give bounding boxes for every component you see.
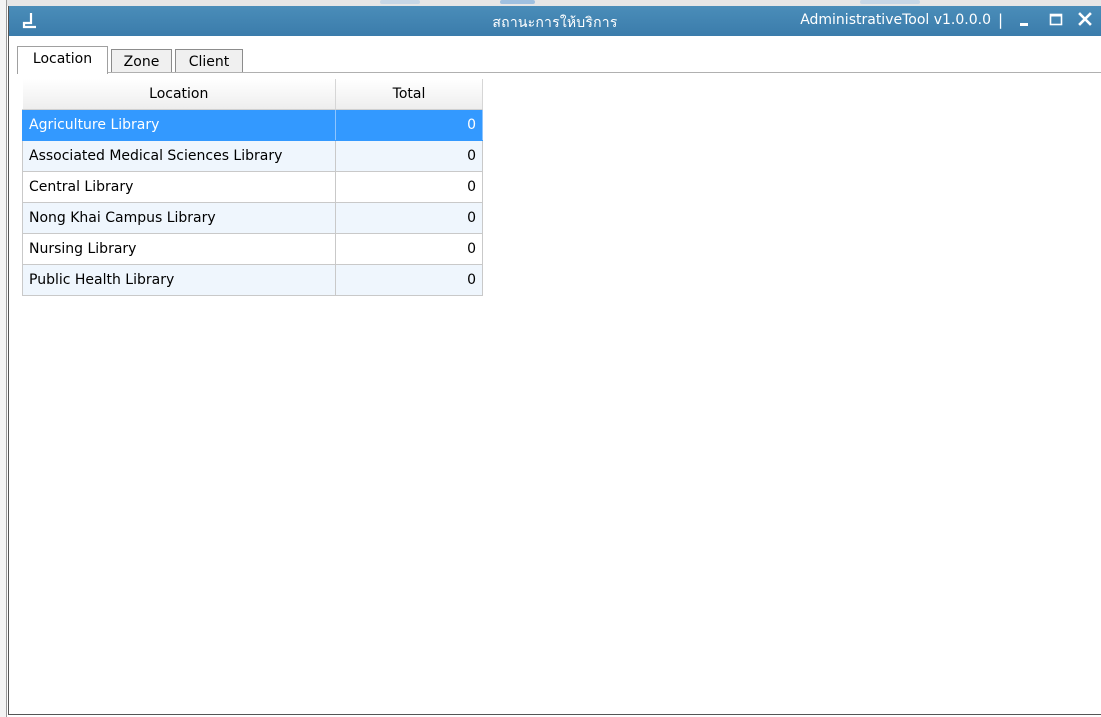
close-button[interactable] [1073,9,1097,31]
total-cell: 0 [335,140,483,172]
tab-client[interactable]: Client [175,49,243,73]
table-row[interactable]: Nong Khai Campus Library 0 [22,202,483,234]
location-cell: Nursing Library [22,233,336,265]
table-row[interactable]: Agriculture Library 0 [22,109,483,141]
total-cell: 0 [335,171,483,203]
table-row[interactable]: Nursing Library 0 [22,233,483,265]
maximize-button[interactable] [1044,9,1068,31]
background-element [500,0,535,4]
background-element [860,0,920,4]
minimize-icon [1020,23,1028,26]
location-table: Location Total Agriculture Library 0 Ass… [22,79,483,296]
maximize-icon [1049,13,1063,26]
location-cell: Nong Khai Campus Library [22,202,336,234]
tab-location[interactable]: Location [17,46,108,74]
table-row[interactable]: Public Health Library 0 [22,264,483,296]
total-cell: 0 [335,264,483,296]
column-header-location[interactable]: Location [22,79,336,110]
tab-zone[interactable]: Zone [111,49,172,73]
table-header-row: Location Total [22,79,483,110]
location-cell: Associated Medical Sciences Library [22,140,336,172]
title-separator: | [997,11,1003,29]
total-cell: 0 [335,202,483,234]
background-element [380,0,420,4]
location-cell: Central Library [22,171,336,203]
close-icon [1078,12,1092,26]
table-row[interactable]: Central Library 0 [22,171,483,203]
background-window-edge [0,0,7,717]
location-cell: Agriculture Library [22,109,336,141]
main-window: สถานะการให้บริการ AdministrativeTool v1.… [8,6,1101,715]
tab-panel-border [17,72,1101,73]
title-bar[interactable]: สถานะการให้บริการ AdministrativeTool v1.… [9,6,1101,36]
location-cell: Public Health Library [22,264,336,296]
column-header-total[interactable]: Total [335,79,483,110]
app-version-label: AdministrativeTool v1.0.0.0 [800,12,991,28]
minimize-button[interactable] [1014,9,1038,31]
total-cell: 0 [335,109,483,141]
total-cell: 0 [335,233,483,265]
table-row[interactable]: Associated Medical Sciences Library 0 [22,140,483,172]
